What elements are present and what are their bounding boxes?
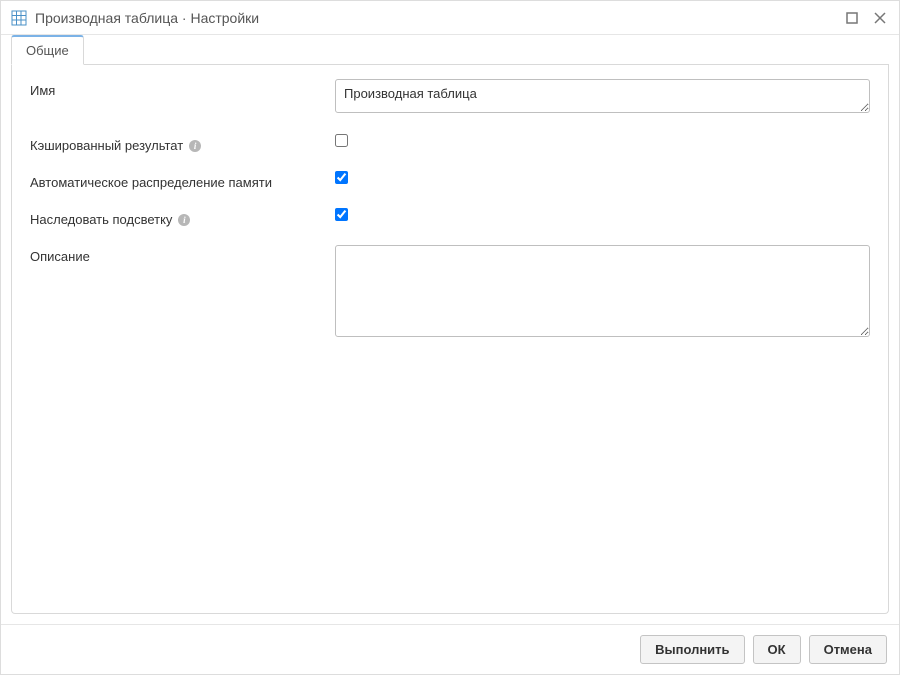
tab-label: Общие <box>26 43 69 58</box>
auto-memory-checkbox[interactable] <box>335 171 348 184</box>
window-controls <box>843 9 889 27</box>
row-cached-result: Кэшированный результат i <box>30 134 870 153</box>
row-auto-memory: Автоматическое распределение памяти <box>30 171 870 190</box>
inherit-highlight-label: Наследовать подсветку <box>30 212 172 227</box>
settings-dialog: Производная таблица · Настройки Общие Им… <box>0 0 900 675</box>
ok-button[interactable]: ОК <box>753 635 801 664</box>
dialog-footer: Выполнить ОК Отмена <box>1 624 899 674</box>
maximize-icon[interactable] <box>843 9 861 27</box>
execute-button[interactable]: Выполнить <box>640 635 744 664</box>
table-grid-icon <box>11 10 27 26</box>
name-label: Имя <box>30 83 55 98</box>
cancel-button[interactable]: Отмена <box>809 635 887 664</box>
info-icon[interactable]: i <box>178 214 190 226</box>
close-icon[interactable] <box>871 9 889 27</box>
auto-memory-label: Автоматическое распределение памяти <box>30 175 272 190</box>
tabs-row: Общие <box>1 35 899 65</box>
inherit-highlight-checkbox[interactable] <box>335 208 348 221</box>
row-inherit-highlight: Наследовать подсветку i <box>30 208 870 227</box>
tab-general[interactable]: Общие <box>11 35 84 65</box>
info-icon[interactable]: i <box>189 140 201 152</box>
row-name: Имя <box>30 79 870 116</box>
description-label: Описание <box>30 249 90 264</box>
description-input[interactable] <box>335 245 870 337</box>
name-input[interactable] <box>335 79 870 113</box>
tab-content: Имя Кэшированный результат i Автоматичес… <box>11 65 889 614</box>
titlebar: Производная таблица · Настройки <box>1 1 899 35</box>
window-title: Производная таблица · Настройки <box>35 10 843 26</box>
row-description: Описание <box>30 245 870 340</box>
cached-result-checkbox[interactable] <box>335 134 348 147</box>
cached-result-label: Кэшированный результат <box>30 138 183 153</box>
